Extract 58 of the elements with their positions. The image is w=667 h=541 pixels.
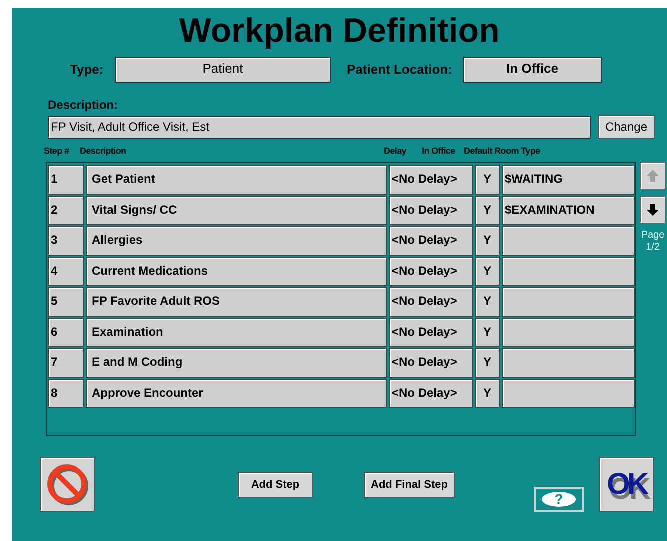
in-office-cell: Y — [475, 348, 500, 378]
field-label: Patient Location: — [347, 61, 454, 80]
help-button[interactable]: ? — [534, 487, 584, 512]
field-label: Description: — [48, 97, 120, 113]
down-arrow-icon — [646, 203, 660, 217]
description-cell[interactable]: Approve Encounter — [86, 378, 387, 408]
delay-cell: <No Delay> — [389, 165, 473, 194]
in-office-cell: Y — [475, 318, 500, 347]
location-field[interactable]: In Office — [463, 57, 602, 83]
in-office-cell: Y — [475, 226, 500, 256]
change-button[interactable]: Change — [598, 115, 655, 139]
step-cell: 2 — [48, 196, 84, 225]
step-cell: 4 — [48, 256, 84, 286]
in-office-cell: Y — [475, 165, 500, 194]
step-cell: 3 — [48, 226, 84, 256]
description-field[interactable]: FP Visit, Adult Office Visit, Est — [48, 116, 591, 138]
add-step-button[interactable]: Add Step — [238, 472, 313, 498]
delay-cell: <No Delay> — [389, 196, 473, 225]
description-cell[interactable]: Allergies — [86, 226, 387, 256]
description-cell[interactable]: Vital Signs/ CC — [86, 196, 387, 225]
column-header: In Office — [422, 145, 456, 158]
step-cell: 8 — [48, 378, 84, 408]
window-title: Workplan Definition — [178, 11, 501, 52]
room-type-cell: $WAITING — [502, 165, 635, 194]
column-header: Step # — [44, 145, 70, 158]
step-cell: 7 — [48, 348, 84, 378]
step-cell: 1 — [48, 165, 84, 194]
in-office-cell: Y — [475, 378, 500, 408]
column-header: Default Room Type — [464, 145, 540, 158]
page-label: Page — [641, 230, 665, 242]
type-field[interactable]: Patient — [115, 57, 331, 83]
in-office-cell: Y — [475, 287, 500, 316]
page-number: 1/2 — [646, 242, 660, 254]
step-cell: 6 — [48, 318, 84, 347]
no-entry-icon — [46, 462, 90, 506]
description-cell[interactable]: FP Favorite Adult ROS — [86, 287, 387, 316]
in-office-cell: Y — [475, 256, 500, 286]
description-cell[interactable]: Current Medications — [86, 256, 387, 286]
delay-cell: <No Delay> — [389, 226, 473, 256]
delay-cell: <No Delay> — [389, 318, 473, 347]
delay-cell: <No Delay> — [389, 256, 473, 286]
cancel-button[interactable] — [40, 457, 95, 512]
delay-cell: <No Delay> — [389, 378, 473, 408]
column-header: Delay — [384, 145, 407, 158]
column-header: Description — [80, 145, 126, 158]
description-cell[interactable]: Examination — [86, 318, 387, 347]
scroll-down-button[interactable] — [640, 196, 666, 224]
description-cell[interactable]: E and M Coding — [86, 348, 387, 378]
description-cell[interactable]: Get Patient — [86, 165, 387, 194]
delay-cell: <No Delay> — [389, 287, 473, 316]
delay-cell: <No Delay> — [389, 348, 473, 378]
in-office-cell: Y — [475, 196, 500, 225]
field-label: Type: — [70, 61, 105, 80]
ok-button[interactable]: OK — [599, 457, 654, 512]
room-type-cell: $EXAMINATION — [502, 196, 635, 225]
up-arrow-icon — [646, 169, 660, 183]
step-cell: 5 — [48, 287, 84, 316]
add-final-step-button[interactable]: Add Final Step — [364, 472, 455, 498]
